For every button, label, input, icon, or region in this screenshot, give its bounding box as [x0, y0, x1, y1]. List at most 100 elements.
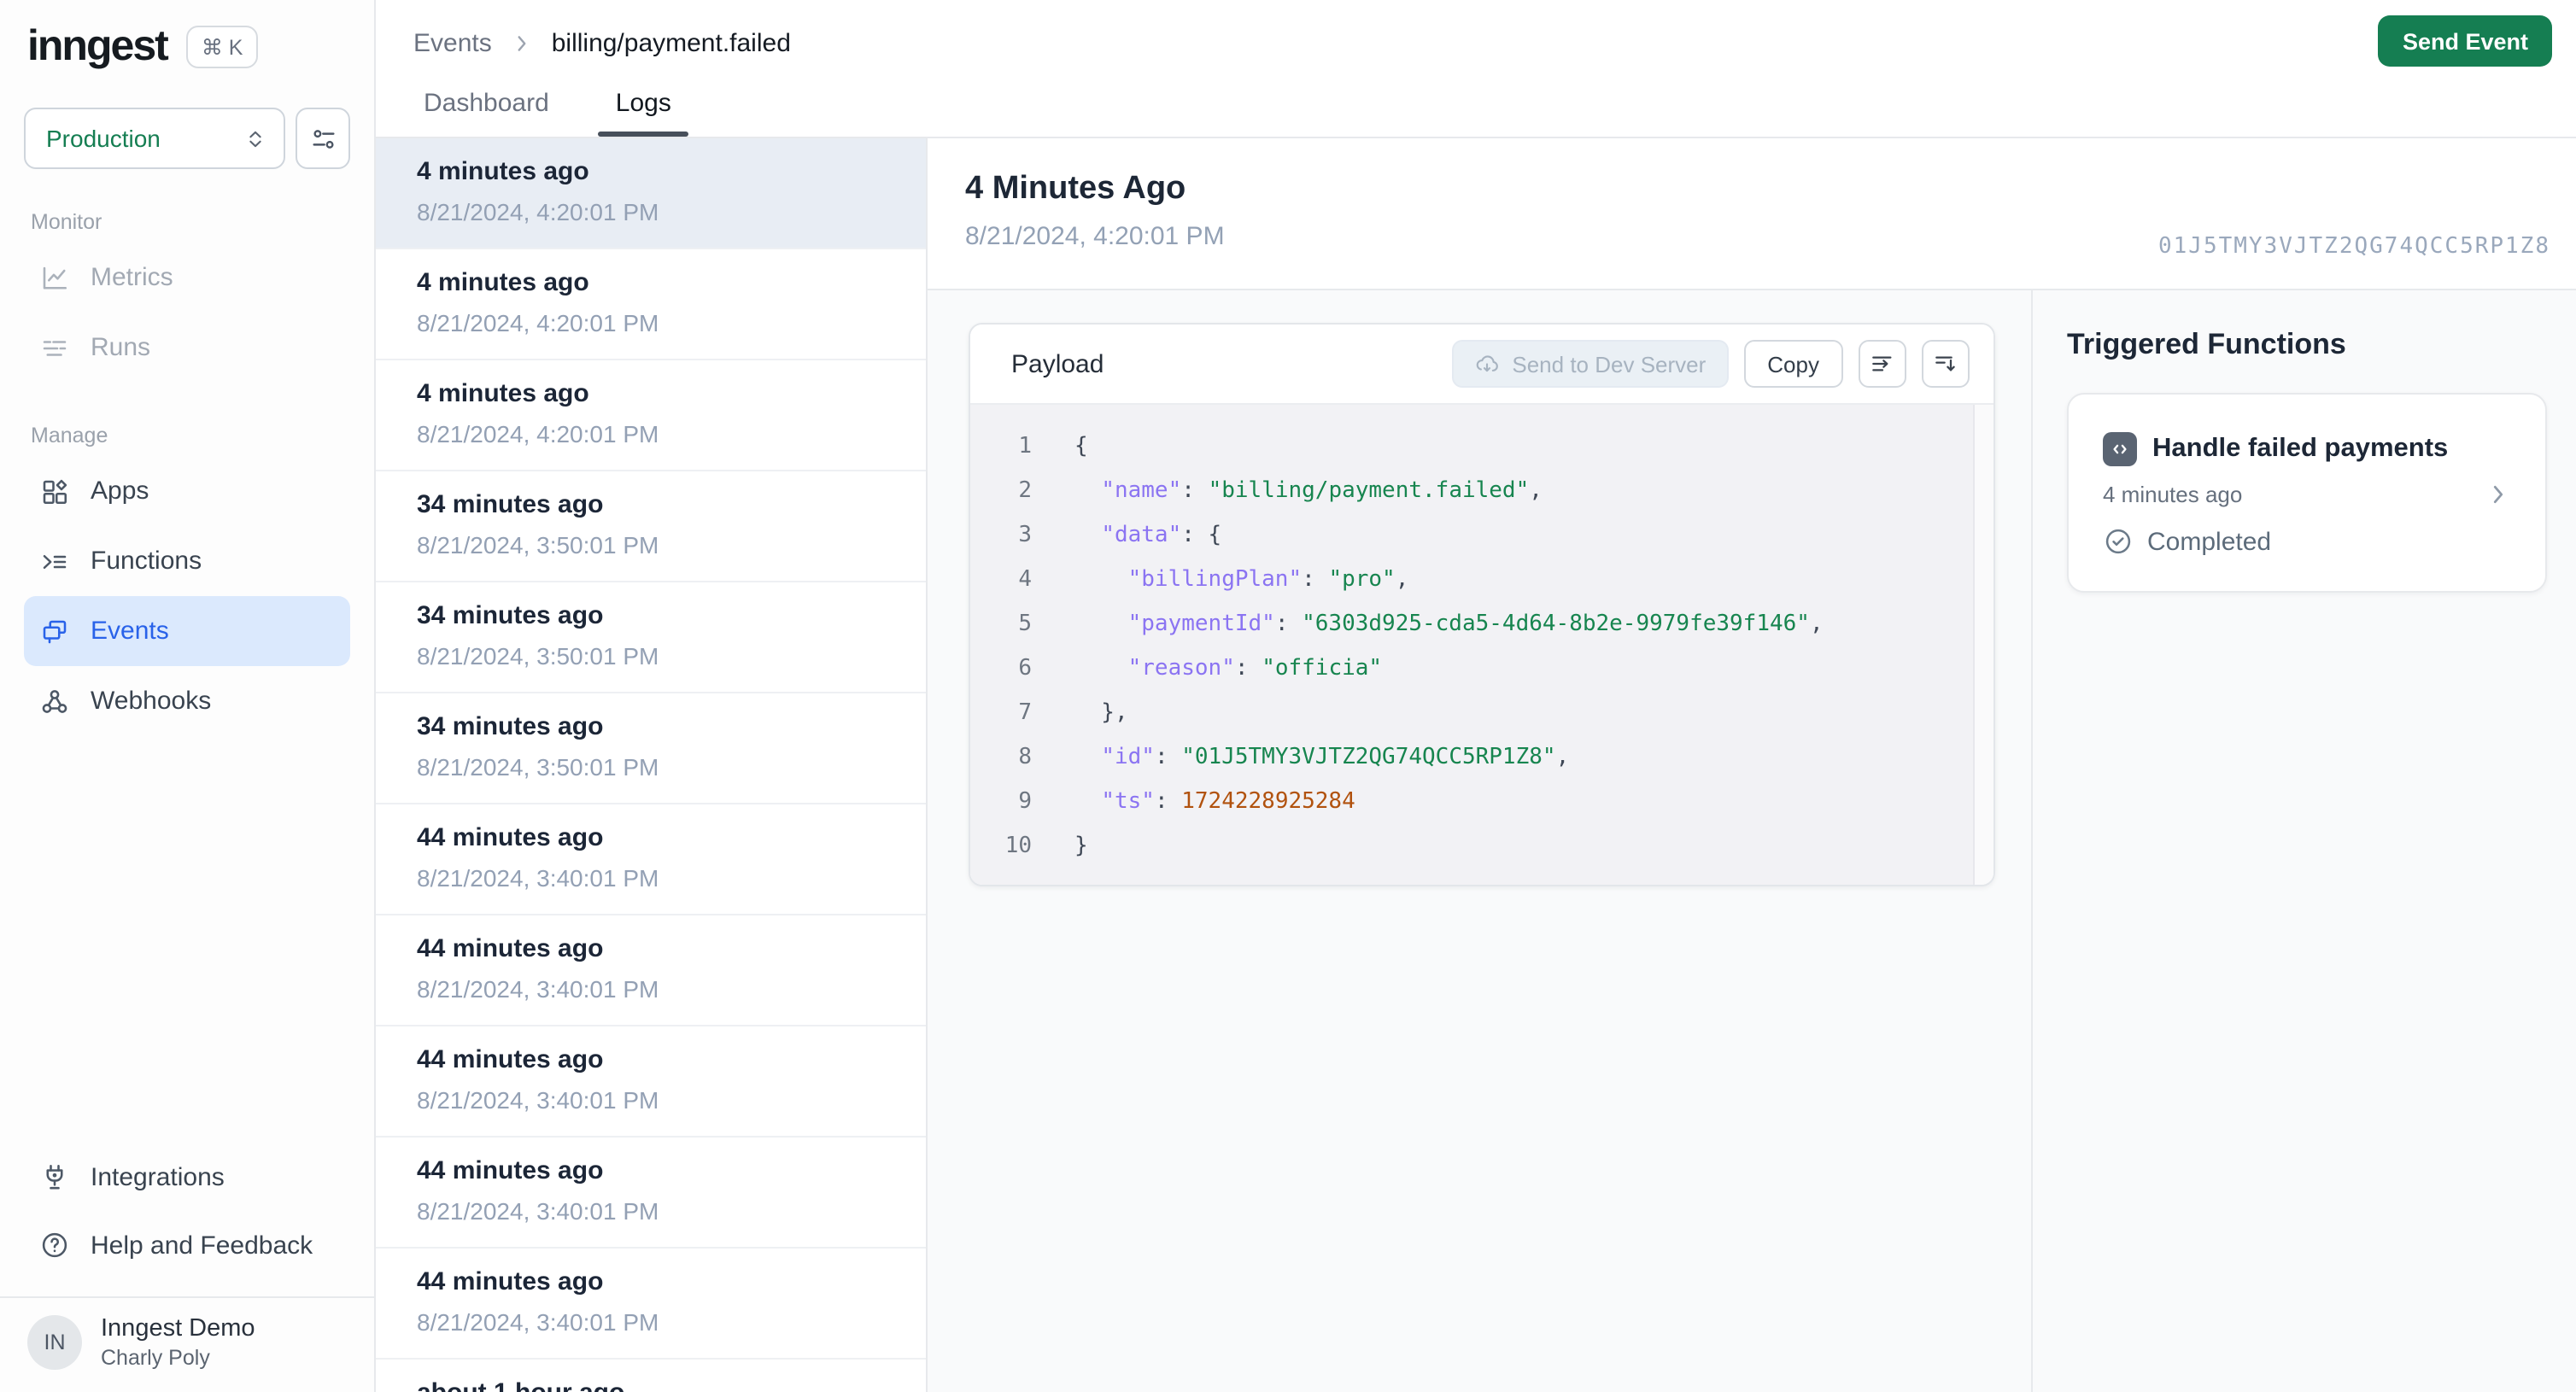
event-relative-time: 34 minutes ago	[417, 601, 604, 630]
event-timestamp: 8/21/2024, 3:40:01 PM	[417, 864, 659, 892]
event-list-item[interactable]: about 1 hour ago	[376, 1360, 926, 1392]
send-event-button[interactable]: Send Event	[2378, 15, 2552, 67]
payload-title: Payload	[1011, 349, 1104, 378]
function-name: Handle failed payments	[2152, 434, 2449, 463]
payload-card: Payload Send to Dev Server Copy 1 2 3 4 …	[969, 323, 1995, 886]
line-numbers: 1 2 3 4 5 6 7 8 9 10	[1004, 434, 1032, 859]
copy-button[interactable]: Copy	[1743, 340, 1843, 388]
sidebar-item-integrations[interactable]: Integrations	[24, 1143, 350, 1211]
environment-selector-value: Production	[46, 125, 161, 152]
sidebar-bottom: Integrations Help and Feedback IN Inngest…	[0, 1143, 374, 1392]
code-line: "id": "01J5TMY3VJTZ2QG74QCC5RP1Z8",	[1101, 745, 1570, 770]
function-status-label: Completed	[2147, 527, 2272, 556]
function-status: Completed	[2103, 526, 2511, 557]
code-line: "reason": "officia"	[1127, 656, 1383, 681]
event-timestamp: 8/21/2024, 3:40:01 PM	[417, 975, 659, 1003]
event-relative-time: 44 minutes ago	[417, 1156, 604, 1185]
sidebar-item-label: Metrics	[91, 263, 173, 292]
event-list-item[interactable]: 4 minutes ago 8/21/2024, 4:20:01 PM	[376, 249, 926, 360]
chevron-right-icon	[511, 32, 533, 55]
chevron-right-icon	[2485, 482, 2511, 507]
tab-dashboard[interactable]: Dashboard	[413, 87, 559, 137]
top-header: Events billing/payment.failed Dashboard L…	[376, 0, 2576, 138]
tab-bar: Dashboard Logs	[413, 87, 688, 137]
breadcrumb-event-name: billing/payment.failed	[551, 29, 791, 58]
event-detail-panel: 4 Minutes Ago 8/21/2024, 4:20:01 PM 01J5…	[928, 138, 2576, 1392]
event-relative-time: 44 minutes ago	[417, 934, 604, 963]
word-wrap-icon	[1869, 350, 1896, 377]
sidebar-item-label: Events	[91, 617, 169, 646]
sidebar-item-functions[interactable]: Functions	[24, 526, 350, 596]
event-list-item[interactable]: 34 minutes ago 8/21/2024, 3:50:01 PM	[376, 693, 926, 804]
code-line: }	[1074, 833, 1088, 859]
triggered-functions-heading: Triggered Functions	[2067, 328, 2346, 360]
sidebar-item-apps[interactable]: Apps	[24, 456, 350, 526]
event-relative-time: 34 minutes ago	[417, 712, 604, 741]
event-timestamp: 8/21/2024, 3:40:01 PM	[417, 1308, 659, 1336]
code-scrollbar[interactable]	[1973, 405, 1993, 885]
app-window: inngest ⌘ K Production Monitor Metrics Run…	[0, 0, 2576, 1392]
code-line: {	[1074, 434, 1088, 459]
event-list-item[interactable]: 4 minutes ago 8/21/2024, 4:20:01 PM	[376, 138, 926, 249]
chevron-updown-icon	[243, 126, 268, 151]
sidebar-item-runs[interactable]: Runs	[24, 313, 350, 383]
apps-icon	[39, 476, 70, 506]
event-detail-title: 4 Minutes Ago	[965, 171, 1186, 207]
event-list-item[interactable]: 34 minutes ago 8/21/2024, 3:50:01 PM	[376, 471, 926, 582]
payload-code: { "name": "billing/payment.failed", "dat…	[1032, 425, 1993, 885]
event-timestamp: 8/21/2024, 4:20:01 PM	[417, 420, 659, 447]
tab-logs[interactable]: Logs	[598, 87, 688, 137]
event-list-item[interactable]: 44 minutes ago 8/21/2024, 3:40:01 PM	[376, 1138, 926, 1249]
word-wrap-button[interactable]	[1859, 340, 1906, 388]
environment-selector[interactable]: Production	[24, 108, 285, 169]
code-line: "name": "billing/payment.failed",	[1101, 478, 1543, 504]
code-line: },	[1074, 700, 1128, 726]
breadcrumb-events[interactable]: Events	[413, 29, 492, 58]
sidebar-item-webhooks[interactable]: Webhooks	[24, 666, 350, 736]
sidebar-item-label: Help and Feedback	[91, 1231, 313, 1260]
sidebar-item-events[interactable]: Events	[24, 596, 350, 666]
event-relative-time: 4 minutes ago	[417, 268, 589, 297]
sliders-icon	[308, 124, 337, 153]
code-line: "ts": 1724228925284	[1101, 789, 1355, 815]
function-code-icon	[2103, 432, 2137, 466]
event-detail-header: 4 Minutes Ago 8/21/2024, 4:20:01 PM 01J5…	[928, 138, 2576, 290]
sidebar-nav: Monitor Metrics Runs Manage Apps Functions Eve…	[0, 210, 374, 736]
avatar: IN	[27, 1315, 82, 1370]
command-k-shortcut[interactable]: ⌘ K	[185, 26, 259, 68]
event-list-item[interactable]: 44 minutes ago 8/21/2024, 3:40:01 PM	[376, 1249, 926, 1360]
code-line: "paymentId": "6303d925-cda5-4d64-8b2e-99…	[1127, 611, 1824, 637]
triggered-function-card[interactable]: Handle failed payments 4 minutes ago Com…	[2067, 393, 2547, 593]
event-list-item[interactable]: 44 minutes ago 8/21/2024, 3:40:01 PM	[376, 915, 926, 1026]
environment-row: Production	[0, 108, 374, 169]
sidebar-item-label: Apps	[91, 477, 149, 506]
event-list: 4 minutes ago 8/21/2024, 4:20:01 PM 4 minu…	[376, 138, 928, 1392]
event-list-item[interactable]: 34 minutes ago 8/21/2024, 3:50:01 PM	[376, 582, 926, 693]
event-list-item[interactable]: 44 minutes ago 8/21/2024, 3:40:01 PM	[376, 1026, 926, 1138]
event-timestamp: 8/21/2024, 4:20:01 PM	[417, 309, 659, 336]
expand-lines-button[interactable]	[1922, 340, 1970, 388]
inngest-logo: inngest	[27, 22, 169, 70]
event-timestamp: 8/21/2024, 3:50:01 PM	[417, 642, 659, 670]
payload-code-block[interactable]: 1 2 3 4 5 6 7 8 9 10 { "name": "billing/payment.f…	[970, 405, 1993, 885]
environment-settings-button[interactable]	[296, 108, 350, 169]
event-timestamp: 8/21/2024, 3:50:01 PM	[417, 753, 659, 781]
event-list-item[interactable]: 44 minutes ago 8/21/2024, 3:40:01 PM	[376, 804, 926, 915]
user-menu[interactable]: IN Inngest Demo Charly Poly	[0, 1298, 374, 1392]
event-list-item[interactable]: 4 minutes ago 8/21/2024, 4:20:01 PM	[376, 360, 926, 471]
sidebar-item-metrics[interactable]: Metrics	[24, 243, 350, 313]
nav-section-label: Manage	[31, 424, 108, 447]
payload-column: Payload Send to Dev Server Copy 1 2 3 4 …	[928, 290, 2031, 1392]
function-run-time: 4 minutes ago	[2103, 482, 2243, 507]
event-relative-time: 4 minutes ago	[417, 379, 589, 408]
cloud-download-icon	[1474, 351, 1500, 377]
sidebar-item-help-and-feedback[interactable]: Help and Feedback	[24, 1211, 350, 1279]
webhook-icon	[39, 686, 70, 716]
user-name: Charly Poly	[101, 1346, 210, 1370]
event-timestamp: 8/21/2024, 3:50:01 PM	[417, 531, 659, 559]
send-to-dev-server-button[interactable]: Send to Dev Server	[1452, 340, 1729, 388]
events-icon	[39, 616, 70, 646]
functions-icon	[39, 546, 70, 576]
sidebar-item-label: Webhooks	[91, 687, 212, 716]
event-detail-body: Payload Send to Dev Server Copy 1 2 3 4 …	[928, 290, 2576, 1392]
